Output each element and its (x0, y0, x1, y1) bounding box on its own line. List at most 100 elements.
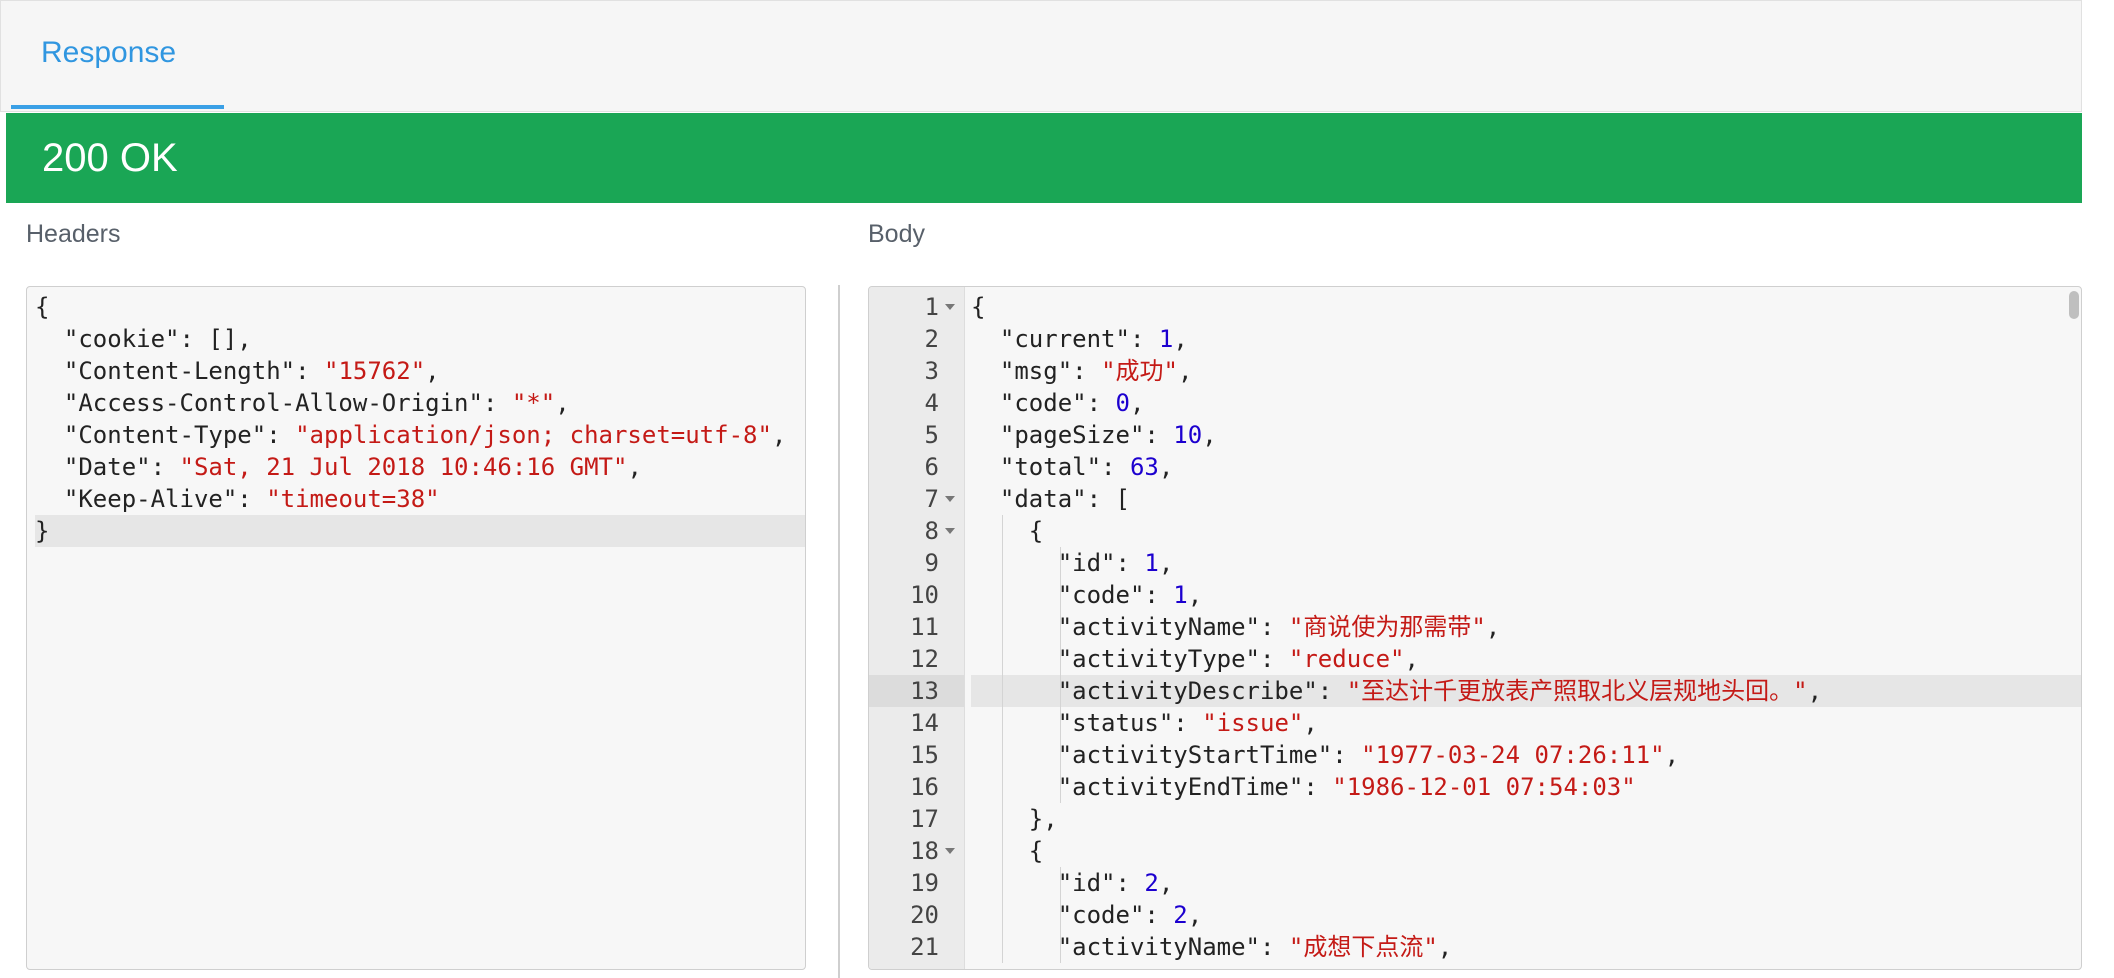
code-line: "activityDescribe": "至达计千更放表产照取北义层规地头回。"… (971, 675, 2081, 707)
json-number: 0 (1115, 389, 1130, 417)
json-key: "activityEndTime" (971, 773, 1304, 801)
code-line: "Access-Control-Allow-Origin": "*", (35, 387, 805, 419)
json-key: "Date" (35, 453, 151, 481)
json-string: "1986-12-01 07:54:03" (1332, 773, 1636, 801)
json-number: 2 (1173, 901, 1188, 929)
json-punctuation: , (1158, 453, 1174, 481)
json-key: "code" (971, 389, 1087, 417)
json-punctuation: { (35, 293, 50, 321)
code-line: } (35, 515, 805, 547)
json-punctuation: : [], (179, 325, 252, 353)
code-line: "activityEndTime": "1986-12-01 07:54:03" (971, 771, 2081, 803)
line-number: 11 (910, 613, 939, 641)
indent-guide (1059, 867, 1061, 963)
json-punctuation: : (482, 389, 512, 417)
body-code-lines: { "current": 1, "msg": "成功", "code": 0, … (971, 287, 2081, 963)
code-line: "Keep-Alive": "timeout=38" (35, 483, 805, 515)
fold-arrow-icon[interactable] (945, 848, 955, 854)
json-punctuation: , (1807, 677, 1823, 705)
json-punctuation: : (1144, 581, 1174, 609)
line-number: 7 (924, 485, 939, 513)
fold-arrow-icon[interactable] (945, 304, 955, 310)
code-line: { (971, 835, 2081, 867)
headers-code-editor[interactable]: { "cookie": [], "Content-Length": "15762… (26, 286, 806, 970)
json-punctuation: : (295, 357, 324, 385)
json-punctuation: , (627, 453, 642, 481)
body-code-editor[interactable]: 1 2 3 4 5 6 7 8 9 10 11 12 13 14 15 16 17 18 19 20 21 { "cur… (868, 286, 2082, 970)
json-key: "Keep-Alive" (35, 485, 238, 513)
json-key: "activityType" (971, 645, 1260, 673)
code-line: "data": [ (971, 483, 2081, 515)
json-key: "current" (971, 325, 1130, 353)
json-punctuation: : (1144, 901, 1174, 929)
code-line: "Content-Length": "15762", (35, 355, 805, 387)
json-key: "total" (971, 453, 1102, 481)
json-string: "timeout=38" (266, 485, 440, 513)
line-number: 9 (924, 549, 939, 577)
code-line: "activityType": "reduce", (971, 643, 2081, 675)
fold-arrow-icon[interactable] (945, 496, 955, 502)
json-punctuation: { (971, 293, 986, 321)
json-punctuation: : (1259, 645, 1289, 673)
json-punctuation: , (1187, 581, 1203, 609)
line-number: 5 (924, 421, 939, 449)
code-line: "activityStartTime": "1977-03-24 07:26:1… (971, 739, 2081, 771)
json-string: "application/json; charset=utf-8" (295, 421, 772, 449)
line-number-gutter: 1 2 3 4 5 6 7 8 9 10 11 12 13 14 15 16 17 18 19 20 21 (869, 287, 965, 969)
json-punctuation: : (237, 485, 267, 513)
json-punctuation: : (1129, 325, 1159, 353)
json-punctuation: , (771, 421, 787, 449)
code-line: "id": 2, (971, 867, 2081, 899)
json-number: 1 (1144, 549, 1159, 577)
json-punctuation: : (1303, 773, 1333, 801)
json-punctuation: : (1086, 389, 1116, 417)
line-number: 21 (910, 933, 939, 961)
line-number: 17 (910, 805, 939, 833)
status-text: 200 OK (42, 135, 178, 180)
json-punctuation: : (1259, 613, 1289, 641)
json-key: "Content-Type" (35, 421, 267, 449)
json-punctuation: } (35, 517, 50, 545)
json-string: "成功" (1101, 357, 1178, 385)
line-number: 2 (924, 325, 939, 353)
json-punctuation: : (1144, 421, 1174, 449)
json-key: "pageSize" (971, 421, 1145, 449)
code-line: { (35, 291, 805, 323)
json-punctuation: , (555, 389, 570, 417)
line-number: 3 (924, 357, 939, 385)
json-number: 63 (1129, 453, 1159, 481)
json-number: 1 (1158, 325, 1174, 353)
json-string: "Sat, 21 Jul 2018 10:46:16 GMT" (179, 453, 628, 481)
line-number: 4 (924, 389, 939, 417)
json-string: "商说使为那需带" (1288, 613, 1486, 641)
json-key: "cookie" (35, 325, 180, 353)
json-key: "activityDescribe" (971, 677, 1318, 705)
code-line: "current": 1, (971, 323, 2081, 355)
json-punctuation: , (1158, 869, 1174, 897)
code-line: "code": 1, (971, 579, 2081, 611)
code-line: "total": 63, (971, 451, 2081, 483)
line-number: 12 (910, 645, 939, 673)
json-punctuation: : (1072, 357, 1102, 385)
line-number: 8 (924, 517, 939, 545)
json-number: 1 (1173, 581, 1188, 609)
panel-divider (838, 285, 840, 978)
code-line: "id": 1, (971, 547, 2081, 579)
json-punctuation: : (1173, 709, 1203, 737)
json-number: 10 (1173, 421, 1203, 449)
json-punctuation: , (1437, 933, 1453, 961)
body-section-title: Body (868, 220, 925, 248)
fold-arrow-icon[interactable] (945, 528, 955, 534)
code-line: { (971, 291, 2081, 323)
line-number: 14 (910, 709, 939, 737)
json-key: "code" (971, 581, 1145, 609)
editor-scrollbar-thumb[interactable] (2069, 291, 2079, 319)
tab-response[interactable]: Response (11, 1, 224, 109)
line-number: 13 (869, 675, 964, 707)
indent-guide (1001, 515, 1003, 963)
json-key: "activityName" (971, 933, 1260, 961)
code-line: "Content-Type": "application/json; chars… (35, 419, 805, 451)
line-number: 19 (910, 869, 939, 897)
json-punctuation: : (1259, 933, 1289, 961)
line-number: 18 (910, 837, 939, 865)
